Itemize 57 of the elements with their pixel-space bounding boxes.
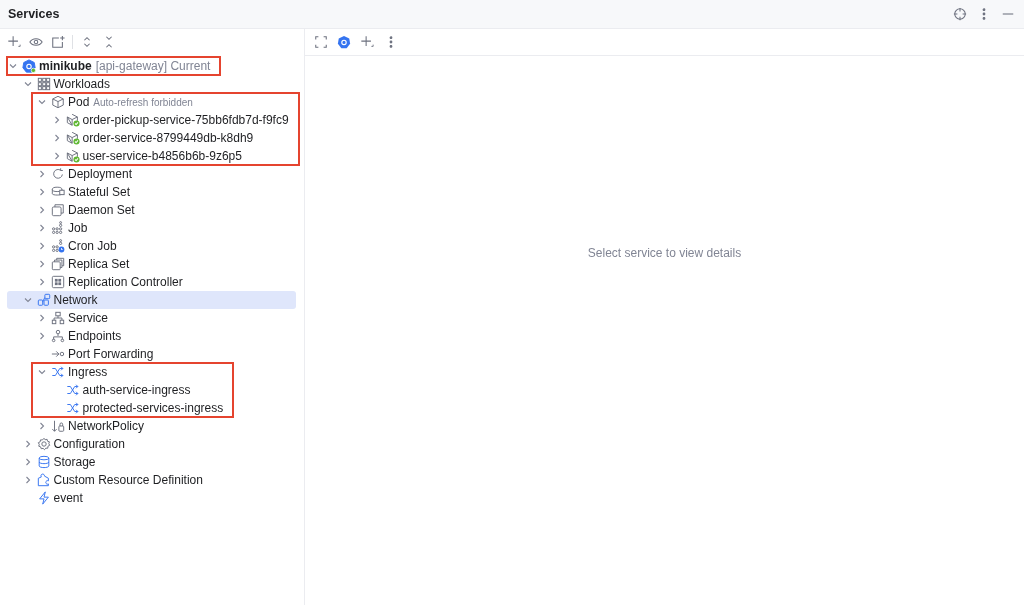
cube-check-icon [65,113,80,127]
tree-item[interactable]: Stateful Set [7,183,296,201]
dots-grid-icon [51,221,65,235]
cluster-icon [22,59,36,73]
tree-item[interactable]: Storage [7,453,296,471]
tree-item[interactable]: user-service-b4856b6b-9z6p5 [32,147,299,165]
tree-item[interactable]: Service [7,309,296,327]
gear-icon [36,437,51,451]
network-icon [36,293,51,307]
database-icon [36,455,51,469]
tree-item[interactable]: order-pickup-service-75bb6fdb7d-f9fc9 [32,111,299,129]
crosshair-icon[interactable] [952,6,968,22]
add-icon[interactable] [359,34,375,50]
cube-icon [51,95,65,109]
tree-item[interactable]: order-service-8799449db-k8dh9 [32,129,299,147]
tree-item[interactable]: Configuration [7,435,296,453]
tree-item[interactable]: Deployment [7,165,296,183]
tree-item[interactable]: Endpoints [7,327,296,345]
add-icon[interactable] [6,34,22,50]
shuffle-icon [65,401,80,415]
cube-check-icon [65,131,80,145]
tree-item[interactable]: NetworkPolicy [7,417,296,435]
fullscreen-icon[interactable] [313,34,329,50]
tree-item[interactable]: Workloads [7,75,296,93]
tree-item[interactable]: Replication Controller [7,273,296,291]
puzzle-icon [36,473,51,487]
tree-item[interactable]: Pod Auto-refresh forbidden [32,93,299,111]
cube-check-icon [65,149,80,163]
tree-item[interactable]: Ingress [32,363,234,381]
tree-item[interactable]: protected-services-ingress [32,399,234,417]
shuffle-icon [65,383,80,397]
cluster-icon[interactable] [337,35,351,49]
tree-item[interactable]: event [7,489,296,507]
stack-icon [51,185,65,199]
panel-title: Services [8,7,61,21]
lightning-icon [36,491,51,505]
person-nodes-icon [51,329,65,343]
tree-item[interactable]: Cron Job [7,237,296,255]
tree-item[interactable]: minikube [api-gateway] Current [7,57,221,75]
tree-item[interactable]: Job [7,219,296,237]
tree-item[interactable]: auth-service-ingress [32,381,234,399]
tree-item[interactable]: Replica Set [7,255,296,273]
layers-icon [51,257,65,271]
empty-state-message: Select service to view details [587,246,742,260]
shuffle-icon [51,365,65,379]
copies-icon [51,203,65,217]
tree-item[interactable]: Daemon Set [7,201,296,219]
refresh-icon [51,167,65,181]
controller-icon [51,275,65,289]
hierarchy-icon [51,311,65,325]
add-tab-icon[interactable] [50,34,66,50]
tree-item[interactable]: Network [7,291,296,309]
tree-item[interactable]: Port Forwarding [7,345,296,363]
tree-item[interactable]: Custom Resource Definition [7,471,296,489]
dots-clock-icon [51,239,65,253]
arrow-lock-icon [51,419,65,433]
grid-icon [36,77,51,91]
